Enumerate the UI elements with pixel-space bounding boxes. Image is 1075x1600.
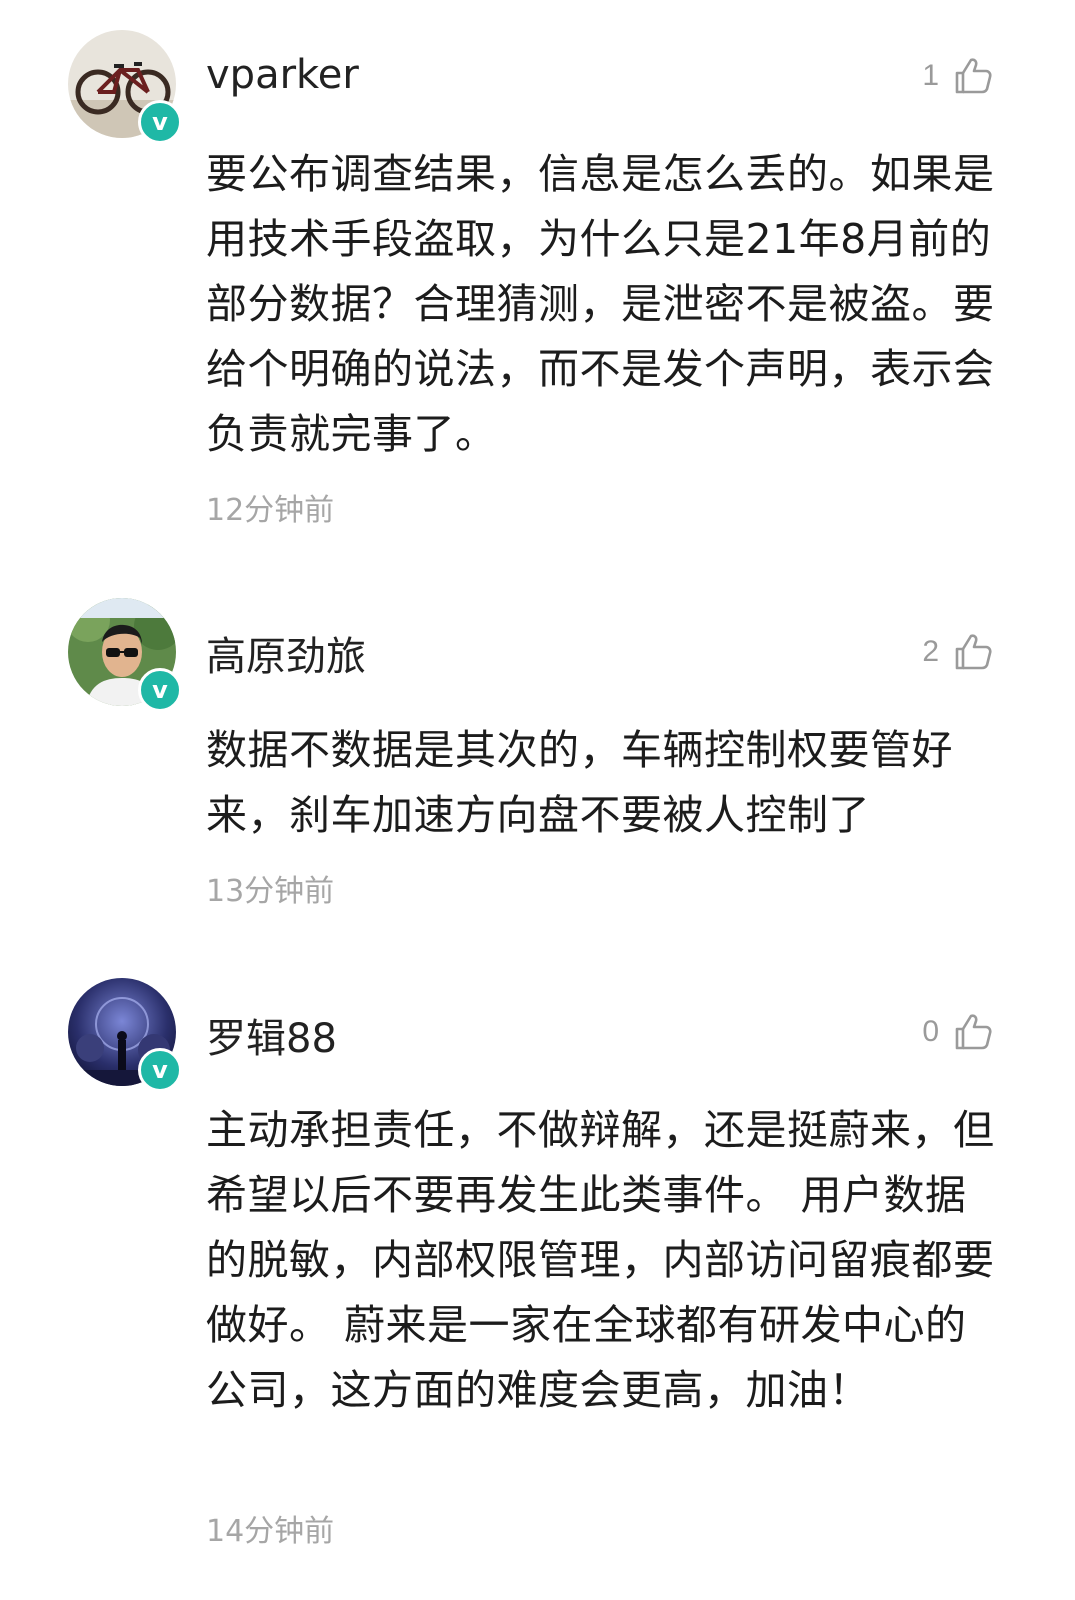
avatar[interactable]: v: [68, 978, 182, 1092]
like-count: 1: [922, 59, 939, 92]
comment-time: 12分钟前: [206, 493, 335, 528]
comment-time: 14分钟前: [206, 1514, 335, 1549]
thumbs-up-icon[interactable]: [953, 632, 993, 672]
comment-text: 主动承担责任，不做辩解，还是挺蔚来，但希望以后不要再发生此类事件。 用户数据的脱…: [206, 1106, 995, 1414]
thumbs-up-icon[interactable]: [953, 56, 993, 96]
username[interactable]: 罗辑88: [206, 1006, 337, 1064]
avatar[interactable]: v: [68, 30, 182, 144]
verified-badge-icon: v: [138, 1048, 182, 1092]
verified-badge-icon: v: [138, 100, 182, 144]
comment-text: 数据不数据是其次的，车辆控制权要管好来，刹车加速方向盘不要被人控制了: [206, 726, 953, 839]
thumbs-up-icon[interactable]: [953, 1012, 993, 1052]
like-button[interactable]: 1: [922, 56, 993, 96]
like-button[interactable]: 0: [922, 1012, 993, 1052]
comment-time: 13分钟前: [206, 874, 335, 909]
verified-badge-icon: v: [138, 668, 182, 712]
username[interactable]: vparker: [206, 52, 359, 98]
username[interactable]: 高原劲旅: [206, 624, 366, 682]
avatar[interactable]: v: [68, 598, 182, 712]
like-count: 0: [922, 1015, 939, 1048]
comment-text: 要公布调查结果，信息是怎么丢的。如果是用技术手段盗取，为什么只是21年8月前的部…: [206, 150, 995, 458]
like-count: 2: [922, 635, 939, 668]
like-button[interactable]: 2: [922, 632, 993, 672]
